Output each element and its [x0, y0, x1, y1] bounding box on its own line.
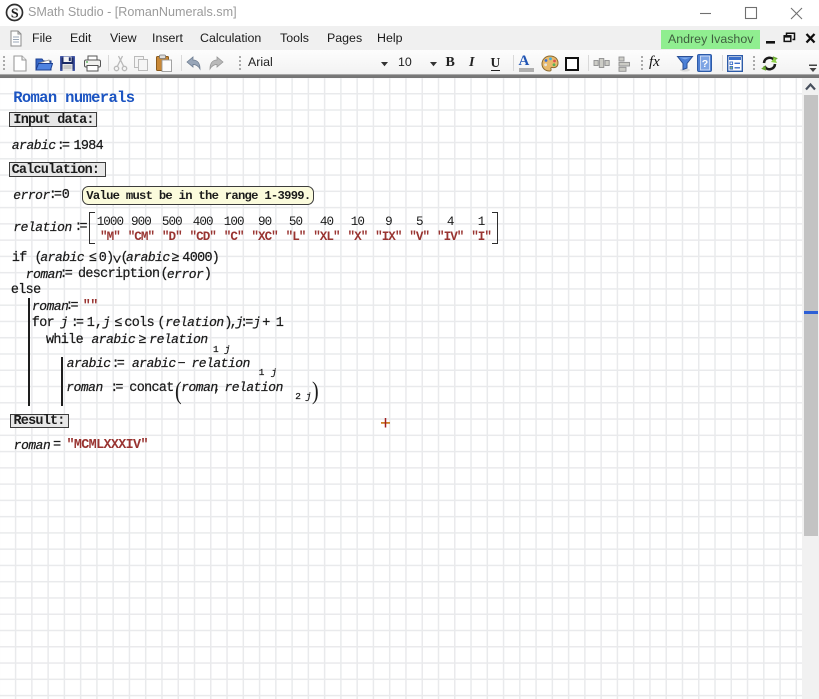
- svg-text:?: ?: [701, 58, 707, 70]
- svg-text:S: S: [11, 7, 19, 22]
